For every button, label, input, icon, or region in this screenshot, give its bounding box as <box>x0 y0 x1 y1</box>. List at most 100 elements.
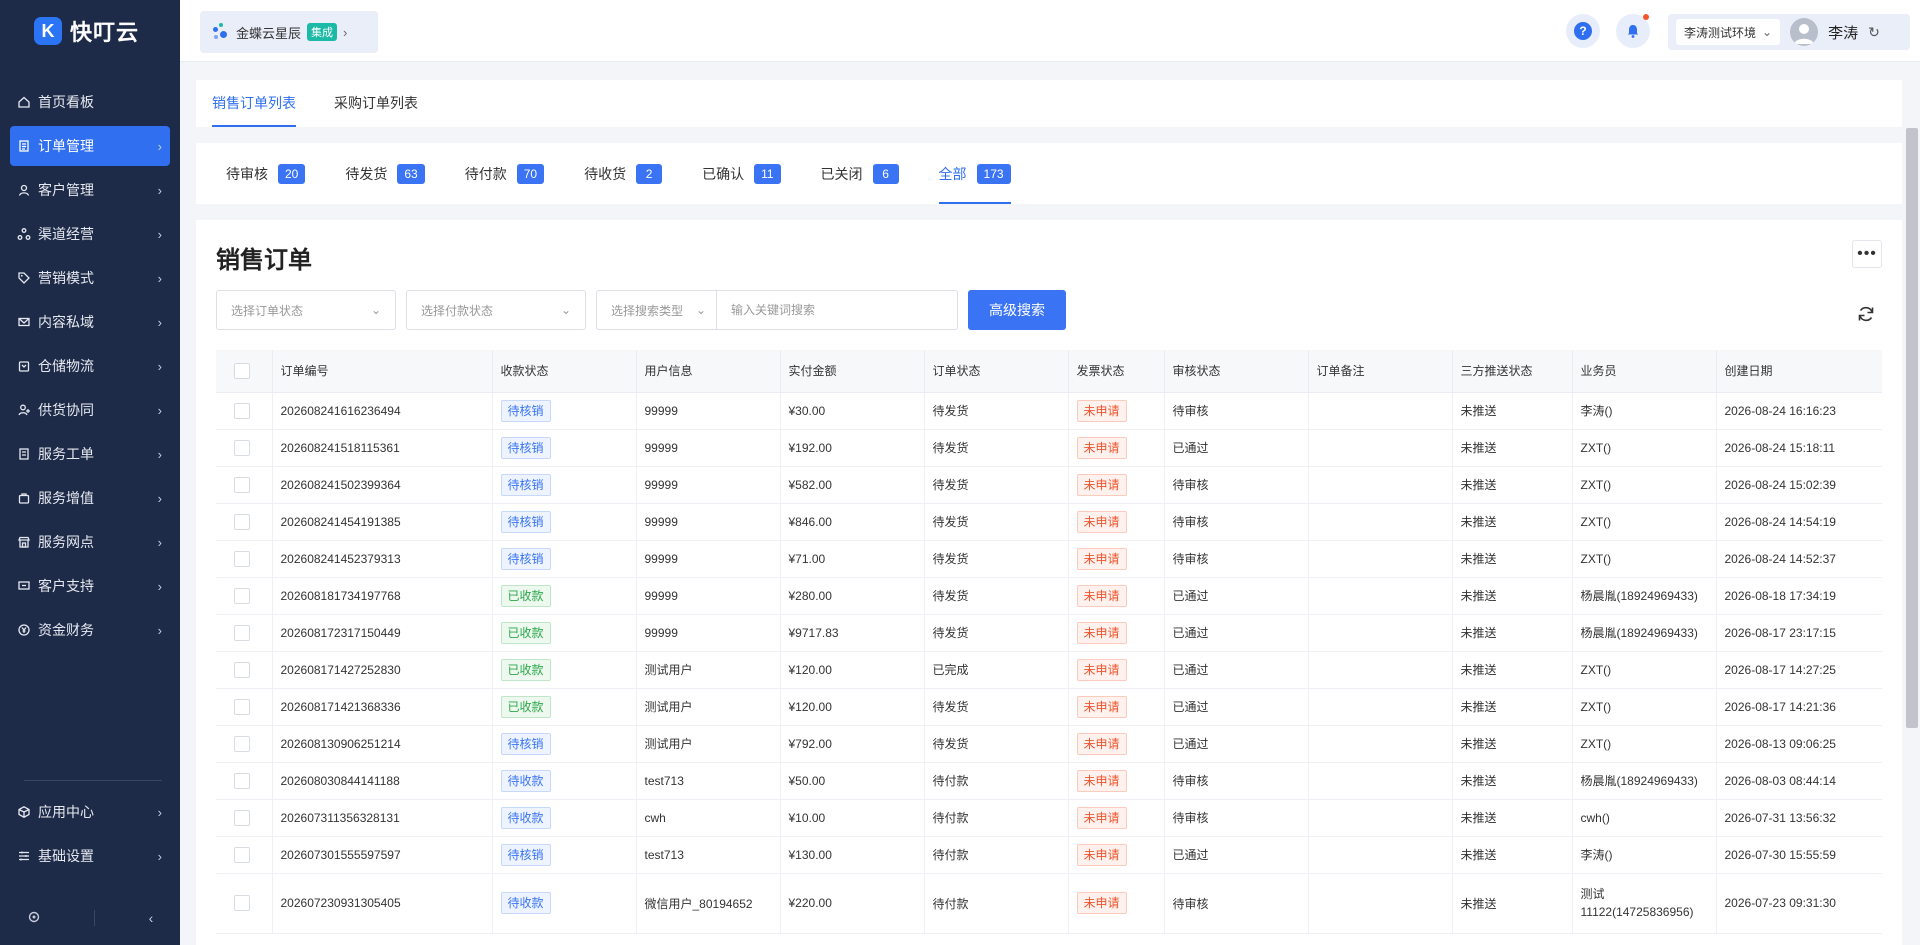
avatar[interactable] <box>1790 18 1819 46</box>
collapse-sidebar-icon[interactable]: ‹ <box>149 910 154 926</box>
table-row[interactable]: 202608241502399364 待核销 99999 ¥582.00 待发货… <box>216 466 1882 504</box>
order-id[interactable]: 202608181734197768 <box>272 577 493 615</box>
order-id[interactable]: 202607311356328131 <box>272 799 493 837</box>
status-tab[interactable]: 已确认 11 <box>702 143 781 204</box>
table-row[interactable]: 202608171421368336 已收款 测试用户 ¥120.00 待发货 … <box>216 688 1882 726</box>
sidebar-item[interactable]: 应用中心 › <box>10 792 170 832</box>
sidebar-item[interactable]: 服务工单 › <box>10 434 170 474</box>
help-button[interactable]: ? <box>1566 14 1600 48</box>
order-id[interactable]: 202608241452379313 <box>272 540 493 578</box>
sidebar-item[interactable]: 仓储物流 › <box>10 346 170 386</box>
status-tab[interactable]: 全部 173 <box>938 143 1011 204</box>
user-info: 99999 <box>636 466 781 504</box>
row-select-cell <box>216 466 273 504</box>
row-checkbox[interactable] <box>234 587 250 604</box>
row-checkbox[interactable] <box>234 550 250 567</box>
table-row[interactable]: 202608130906251214 待核销 测试用户 ¥792.00 待发货 … <box>216 725 1882 763</box>
pay-status-select[interactable]: 选择付款状态 ⌄ <box>406 290 586 330</box>
keyword-search-input[interactable] <box>717 291 957 329</box>
order-id[interactable]: 202607301555597597 <box>272 836 493 874</box>
table-row[interactable]: 202608241454191385 待核销 99999 ¥846.00 待发货… <box>216 503 1882 541</box>
sidebar-item[interactable]: 内容私域 › <box>10 302 170 342</box>
table-row[interactable]: 202607301555597597 待核销 test713 ¥130.00 待… <box>216 836 1882 874</box>
row-checkbox[interactable] <box>234 846 250 863</box>
order-id[interactable]: 202608171421368336 <box>272 688 493 726</box>
advanced-search-button[interactable]: 高级搜索 <box>968 290 1066 330</box>
sidebar-item[interactable]: 营销模式 › <box>10 258 170 298</box>
order-id[interactable]: 202608030844141188 <box>272 762 493 800</box>
table-row[interactable]: 202607230931305405 待收款 微信用户_80194652 ¥22… <box>216 873 1882 934</box>
order-id[interactable]: 202608171427252830 <box>272 651 493 689</box>
column-header: 发票状态 <box>1068 350 1165 393</box>
row-checkbox[interactable] <box>234 513 250 530</box>
more-actions-button[interactable]: ••• <box>1852 240 1882 268</box>
status-tab[interactable]: 待发货 63 <box>345 143 425 204</box>
row-checkbox[interactable] <box>234 439 250 456</box>
page-scrollbar[interactable] <box>1906 128 1918 728</box>
row-checkbox[interactable] <box>234 735 250 752</box>
status-tab[interactable]: 待收货 2 <box>584 143 663 204</box>
sidebar-item[interactable]: 渠道经营 › <box>10 214 170 254</box>
settings-list-icon <box>16 848 32 864</box>
bell-icon <box>1628 25 1638 38</box>
reload-icon[interactable] <box>1856 304 1876 327</box>
row-checkbox[interactable] <box>234 698 250 715</box>
order-id[interactable]: 202607230931305405 <box>272 873 493 934</box>
order-id[interactable]: 202608241454191385 <box>272 503 493 541</box>
chevron-right-icon: › <box>157 446 162 462</box>
logo[interactable]: K 快叮云 <box>0 0 180 62</box>
sidebar-item[interactable]: 服务增值 › <box>10 478 170 518</box>
invoice-status-cell: 未申请 <box>1068 725 1165 763</box>
tab-order-list[interactable]: 采购订单列表 <box>334 93 418 127</box>
row-checkbox[interactable] <box>234 809 250 826</box>
order-id[interactable]: 202608172317150449 <box>272 614 493 652</box>
table-row[interactable]: 202607311356328131 待收款 cwh ¥10.00 待付款 未申… <box>216 799 1882 837</box>
tab-order-list[interactable]: 销售订单列表 <box>212 93 296 127</box>
table-row[interactable]: 202608172317150449 已收款 99999 ¥9717.83 待发… <box>216 614 1882 652</box>
row-checkbox[interactable] <box>234 624 250 641</box>
notification-button[interactable] <box>1616 14 1650 48</box>
row-checkbox[interactable] <box>234 895 250 911</box>
integration-brand[interactable]: 金蝶云星辰 集成 › <box>200 11 378 53</box>
sidebar-item[interactable]: 供货协同 › <box>10 390 170 430</box>
sidebar-item[interactable]: 服务网点 › <box>10 522 170 562</box>
table-row[interactable]: 202608241452379313 待核销 99999 ¥71.00 待发货 … <box>216 540 1882 578</box>
table-row[interactable]: 202608181734197768 已收款 99999 ¥280.00 待发货… <box>216 577 1882 615</box>
user-icon <box>16 182 32 198</box>
sidebar-item[interactable]: 订单管理 › <box>10 126 170 166</box>
theme-icon[interactable] <box>27 910 41 927</box>
sidebar-item[interactable]: 客户管理 › <box>10 170 170 210</box>
sidebar-item[interactable]: 基础设置 › <box>10 836 170 876</box>
order-id[interactable]: 202608241616236494 <box>272 392 493 430</box>
search-type-select[interactable]: 选择搜索类型 ⌄ <box>597 291 717 329</box>
table-row[interactable]: 202608241518115361 待核销 99999 ¥192.00 待发货… <box>216 429 1882 467</box>
table-row[interactable]: 202608171427252830 已收款 测试用户 ¥120.00 已完成 … <box>216 651 1882 689</box>
row-checkbox[interactable] <box>234 661 250 678</box>
table-row[interactable]: 202608241616236494 待核销 99999 ¥30.00 待发货 … <box>216 392 1882 430</box>
refresh-icon[interactable]: ↻ <box>1868 24 1880 41</box>
status-tab[interactable]: 待审核 20 <box>226 143 306 204</box>
push-status: 未推送 <box>1452 503 1573 541</box>
sidebar-item[interactable]: 客户支持 › <box>10 566 170 606</box>
sidebar-item[interactable]: 首页看板 <box>10 82 170 122</box>
select-all-checkbox[interactable] <box>234 362 250 379</box>
pay-status-cell: 待核销 <box>492 429 637 467</box>
order-status-select[interactable]: 选择订单状态 ⌄ <box>216 290 396 330</box>
pay-status-cell: 待收款 <box>492 799 637 837</box>
push-status: 未推送 <box>1452 392 1573 430</box>
supply-icon <box>16 402 32 418</box>
order-note <box>1308 762 1453 800</box>
table-row[interactable]: 202608030844141188 待收款 test713 ¥50.00 待付… <box>216 762 1882 800</box>
order-id[interactable]: 202608241502399364 <box>272 466 493 504</box>
environment-label: 李涛测试环境 <box>1684 25 1757 40</box>
status-tab[interactable]: 待付款 70 <box>465 143 545 204</box>
row-checkbox[interactable] <box>234 476 250 493</box>
status-tab[interactable]: 已关闭 6 <box>821 143 899 204</box>
sidebar-item[interactable]: 资金财务 › <box>10 610 170 650</box>
order-id[interactable]: 202608241518115361 <box>272 429 493 467</box>
row-checkbox[interactable] <box>234 772 250 789</box>
pay-status-badge: 已收款 <box>500 658 551 681</box>
environment-select[interactable]: 李涛测试环境 ⌄ <box>1676 19 1781 45</box>
row-checkbox[interactable] <box>234 402 250 419</box>
order-id[interactable]: 202608130906251214 <box>272 725 493 763</box>
